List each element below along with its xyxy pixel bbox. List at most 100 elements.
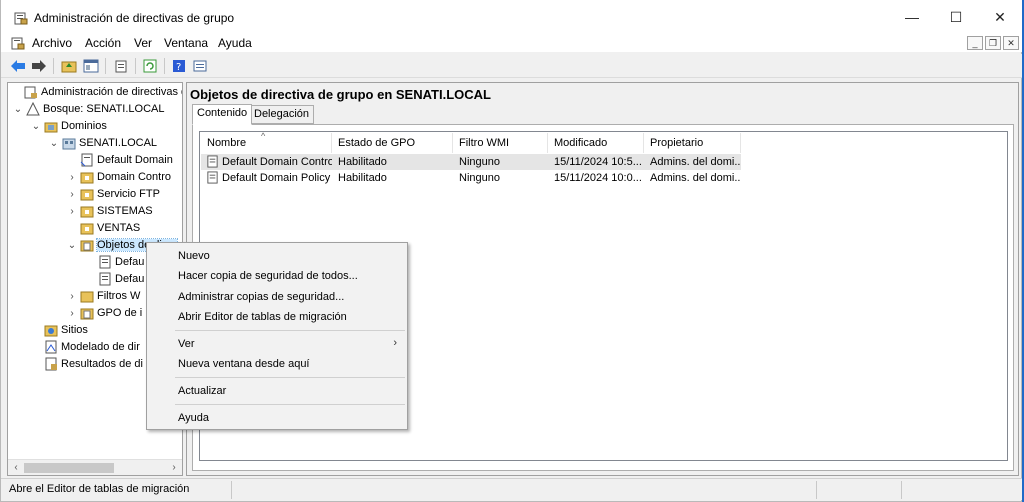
status-divider xyxy=(901,481,902,499)
domain-icon xyxy=(62,138,76,150)
column-header-nombre[interactable]: ^ Nombre xyxy=(201,131,332,153)
details-view-icon xyxy=(193,60,207,72)
tree-domains[interactable]: ⌄ Dominios xyxy=(30,118,107,134)
tree-item-wmi-filters[interactable]: › Filtros W xyxy=(66,288,140,304)
tree-item-default-domain[interactable]: Default Domain xyxy=(66,152,173,168)
chevron-right-icon[interactable]: › xyxy=(66,206,78,217)
menu-ver[interactable]: Ver xyxy=(134,36,152,50)
menu-item-nuevo[interactable]: Nuevo xyxy=(178,247,210,265)
scroll-thumb[interactable] xyxy=(24,463,114,473)
menu-item-ayuda[interactable]: Ayuda xyxy=(178,409,209,427)
folder-up-icon xyxy=(61,61,77,73)
column-header-propietario[interactable]: Propietario xyxy=(644,133,741,153)
chevron-down-icon[interactable]: ⌄ xyxy=(12,104,24,115)
tree-sites[interactable]: Sitios xyxy=(30,322,88,338)
chevron-down-icon[interactable]: ⌄ xyxy=(66,240,78,251)
tree-item-ventas[interactable]: VENTAS xyxy=(66,220,140,236)
menu-ayuda[interactable]: Ayuda xyxy=(218,36,252,50)
help-icon: ? xyxy=(173,60,185,73)
forward-button[interactable] xyxy=(30,57,48,75)
menu-ventana[interactable]: Ventana xyxy=(164,36,208,50)
tree-modeling[interactable]: Modelado de dir xyxy=(30,339,140,355)
menu-separator xyxy=(175,404,405,405)
gpo-icon xyxy=(207,155,218,168)
mdi-minimize-button[interactable]: _ xyxy=(967,36,983,50)
sort-ascending-icon: ^ xyxy=(261,131,266,141)
tree-item-domain-controllers[interactable]: › Domain Contro xyxy=(66,169,171,185)
table-row[interactable]: Default Domain Contro... Habilitado Ning… xyxy=(201,154,741,170)
ou-folder-icon xyxy=(80,223,94,235)
cell-modificado: 15/11/2024 10:0... xyxy=(554,172,642,184)
column-header-filtro-wmi[interactable]: Filtro WMI xyxy=(453,133,548,153)
column-header-modificado[interactable]: Modificado xyxy=(548,133,644,153)
chevron-right-icon[interactable]: › xyxy=(66,189,78,200)
minimize-button[interactable]: — xyxy=(889,0,935,34)
tab-delegacion[interactable]: Delegación xyxy=(249,105,315,124)
wmi-folder-icon xyxy=(80,291,94,303)
refresh-button[interactable] xyxy=(141,57,159,75)
status-bar: Abre el Editor de tablas de migración xyxy=(1,478,1023,500)
tree-item-starter-gpos[interactable]: › GPO de i xyxy=(66,305,142,321)
cell-propietario: Admins. del domi... xyxy=(650,172,741,184)
tree-forest[interactable]: ⌄ Bosque: SENATI.LOCAL xyxy=(12,101,164,117)
menu-item-backup-all[interactable]: Hacer copia de seguridad de todos... xyxy=(178,267,358,285)
tree-root[interactable]: Administración de directivas d xyxy=(10,84,182,100)
status-divider xyxy=(231,481,232,499)
cell-filtro-wmi: Ninguno xyxy=(459,156,500,168)
back-button[interactable] xyxy=(9,57,27,75)
modeling-icon xyxy=(45,340,57,354)
forest-icon xyxy=(26,102,40,116)
tree-domain-senati[interactable]: ⌄ SENATI.LOCAL xyxy=(48,135,157,151)
menu-item-new-window[interactable]: Nueva ventana desde aquí xyxy=(178,355,310,373)
chevron-right-icon[interactable]: › xyxy=(66,291,78,302)
gpo-icon xyxy=(99,255,111,269)
refresh-icon xyxy=(143,59,157,73)
tree-item-servicio-ftp[interactable]: › Servicio FTP xyxy=(66,186,160,202)
chevron-down-icon[interactable]: ⌄ xyxy=(48,138,60,149)
chevron-right-icon[interactable]: › xyxy=(66,172,78,183)
svg-text:?: ? xyxy=(176,62,181,73)
status-text: Abre el Editor de tablas de migración xyxy=(9,483,190,495)
ou-folder-icon xyxy=(80,172,94,184)
tree-item-gpo-1[interactable]: Defau xyxy=(84,254,144,270)
context-menu: Nuevo Hacer copia de seguridad de todos.… xyxy=(146,242,408,430)
up-one-level-button[interactable] xyxy=(60,57,78,75)
results-icon xyxy=(45,357,57,371)
pane-header: Objetos de directiva de grupo en SENATI.… xyxy=(190,87,491,102)
toolbar-separator xyxy=(135,58,136,74)
forward-arrow-icon xyxy=(32,60,46,72)
tree-item-gpo-2[interactable]: Defau xyxy=(84,271,144,287)
menu-item-ver[interactable]: Ver xyxy=(178,335,400,353)
show-hide-tree-button[interactable] xyxy=(82,57,100,75)
properties-button[interactable] xyxy=(112,57,130,75)
mdi-restore-button[interactable]: ❐ xyxy=(985,36,1001,50)
menu-archivo[interactable]: Archivo xyxy=(32,36,72,50)
table-row[interactable]: Default Domain Policy Habilitado Ninguno… xyxy=(201,170,741,186)
maximize-button[interactable]: ☐ xyxy=(933,0,979,34)
menu-item-manage-backups[interactable]: Administrar copias de seguridad... xyxy=(178,288,344,306)
menu-item-migration-table-editor[interactable]: Abrir Editor de tablas de migración xyxy=(178,308,347,326)
tab-contenido[interactable]: Contenido xyxy=(192,104,253,125)
ou-folder-icon xyxy=(80,206,94,218)
gpo-icon xyxy=(99,272,111,286)
console-icon[interactable] xyxy=(11,36,25,50)
cell-estado: Habilitado xyxy=(338,172,387,184)
tree-results[interactable]: Resultados de di xyxy=(30,356,143,372)
cell-propietario: Admins. del domi... xyxy=(650,156,741,168)
cell-estado: Habilitado xyxy=(338,156,387,168)
menu-accion[interactable]: Acción xyxy=(85,36,121,50)
window-title: Administración de directivas de grupo xyxy=(34,11,235,25)
tree-item-sistemas[interactable]: › SISTEMAS xyxy=(66,203,153,219)
mdi-close-button[interactable]: ✕ xyxy=(1003,36,1019,50)
view-button[interactable] xyxy=(191,57,209,75)
chevron-right-icon[interactable]: › xyxy=(66,308,78,319)
chevron-down-icon[interactable]: ⌄ xyxy=(30,121,42,132)
tree-horizontal-scrollbar[interactable]: ‹ › xyxy=(8,459,182,475)
starter-gpo-icon xyxy=(80,308,94,320)
close-button[interactable]: ✕ xyxy=(977,0,1023,34)
scroll-right-icon[interactable]: › xyxy=(168,462,180,474)
help-button[interactable]: ? xyxy=(170,57,188,75)
menu-item-actualizar[interactable]: Actualizar xyxy=(178,382,226,400)
column-header-estado[interactable]: Estado de GPO xyxy=(332,133,453,153)
scroll-left-icon[interactable]: ‹ xyxy=(10,462,22,474)
